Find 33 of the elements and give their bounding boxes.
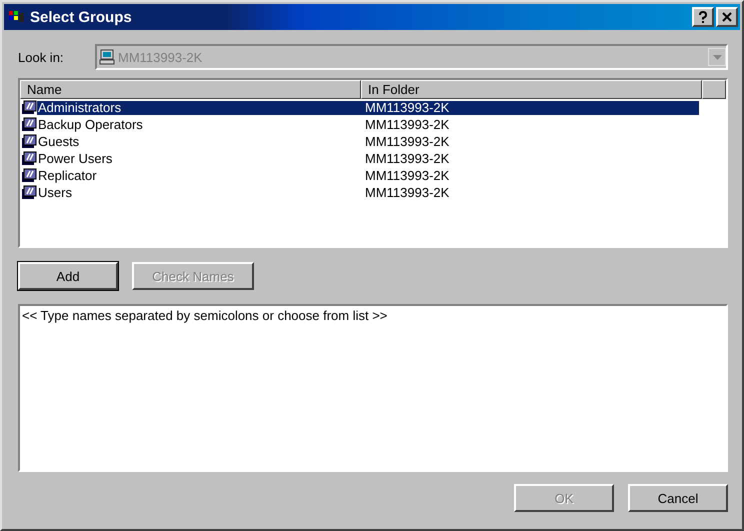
look-in-label: Look in: — [18, 50, 65, 64]
folder-cell-text: MM113993-2K — [365, 152, 450, 166]
computer-icon — [99, 49, 115, 65]
column-header[interactable]: In Folder — [361, 80, 702, 99]
group-name[interactable]: Guests — [37, 134, 365, 148]
folder-cell-text: MM113993-2K — [365, 168, 450, 182]
group-icon — [21, 184, 37, 200]
group-icon — [21, 150, 37, 166]
app-icon — [8, 9, 26, 25]
group-icon — [21, 100, 37, 116]
question-mark-icon — [698, 11, 708, 23]
group-icon — [21, 168, 37, 184]
group-name[interactable]: Power Users — [37, 152, 365, 166]
add-button[interactable]: Add — [18, 262, 118, 290]
column-header[interactable] — [702, 80, 726, 99]
help-button[interactable] — [692, 7, 714, 27]
group-name[interactable]: Backup Operators — [37, 118, 365, 132]
group-icon — [21, 116, 37, 132]
folder-cell-text: MM113993-2K — [365, 186, 450, 200]
group-name[interactable]: Users — [37, 186, 365, 200]
group-icon — [21, 134, 37, 150]
window-title: Select Groups — [30, 8, 133, 26]
group-name[interactable]: Administrators — [37, 100, 365, 114]
column-header[interactable]: Name — [20, 80, 361, 99]
caret-icon — [712, 54, 722, 60]
close-button[interactable] — [716, 7, 738, 27]
group-name[interactable]: Replicator — [37, 168, 365, 182]
close-icon — [722, 12, 732, 22]
folder-cell-text: MM113993-2K — [365, 134, 450, 148]
folder-cell-text: MM113993-2K — [365, 118, 450, 132]
names-field[interactable]: << Type names separated by semicolons or choose from list >> — [18, 304, 728, 472]
folder-cell: MM113993-2K — [365, 100, 699, 114]
cancel-button[interactable]: Cancel — [628, 484, 728, 512]
